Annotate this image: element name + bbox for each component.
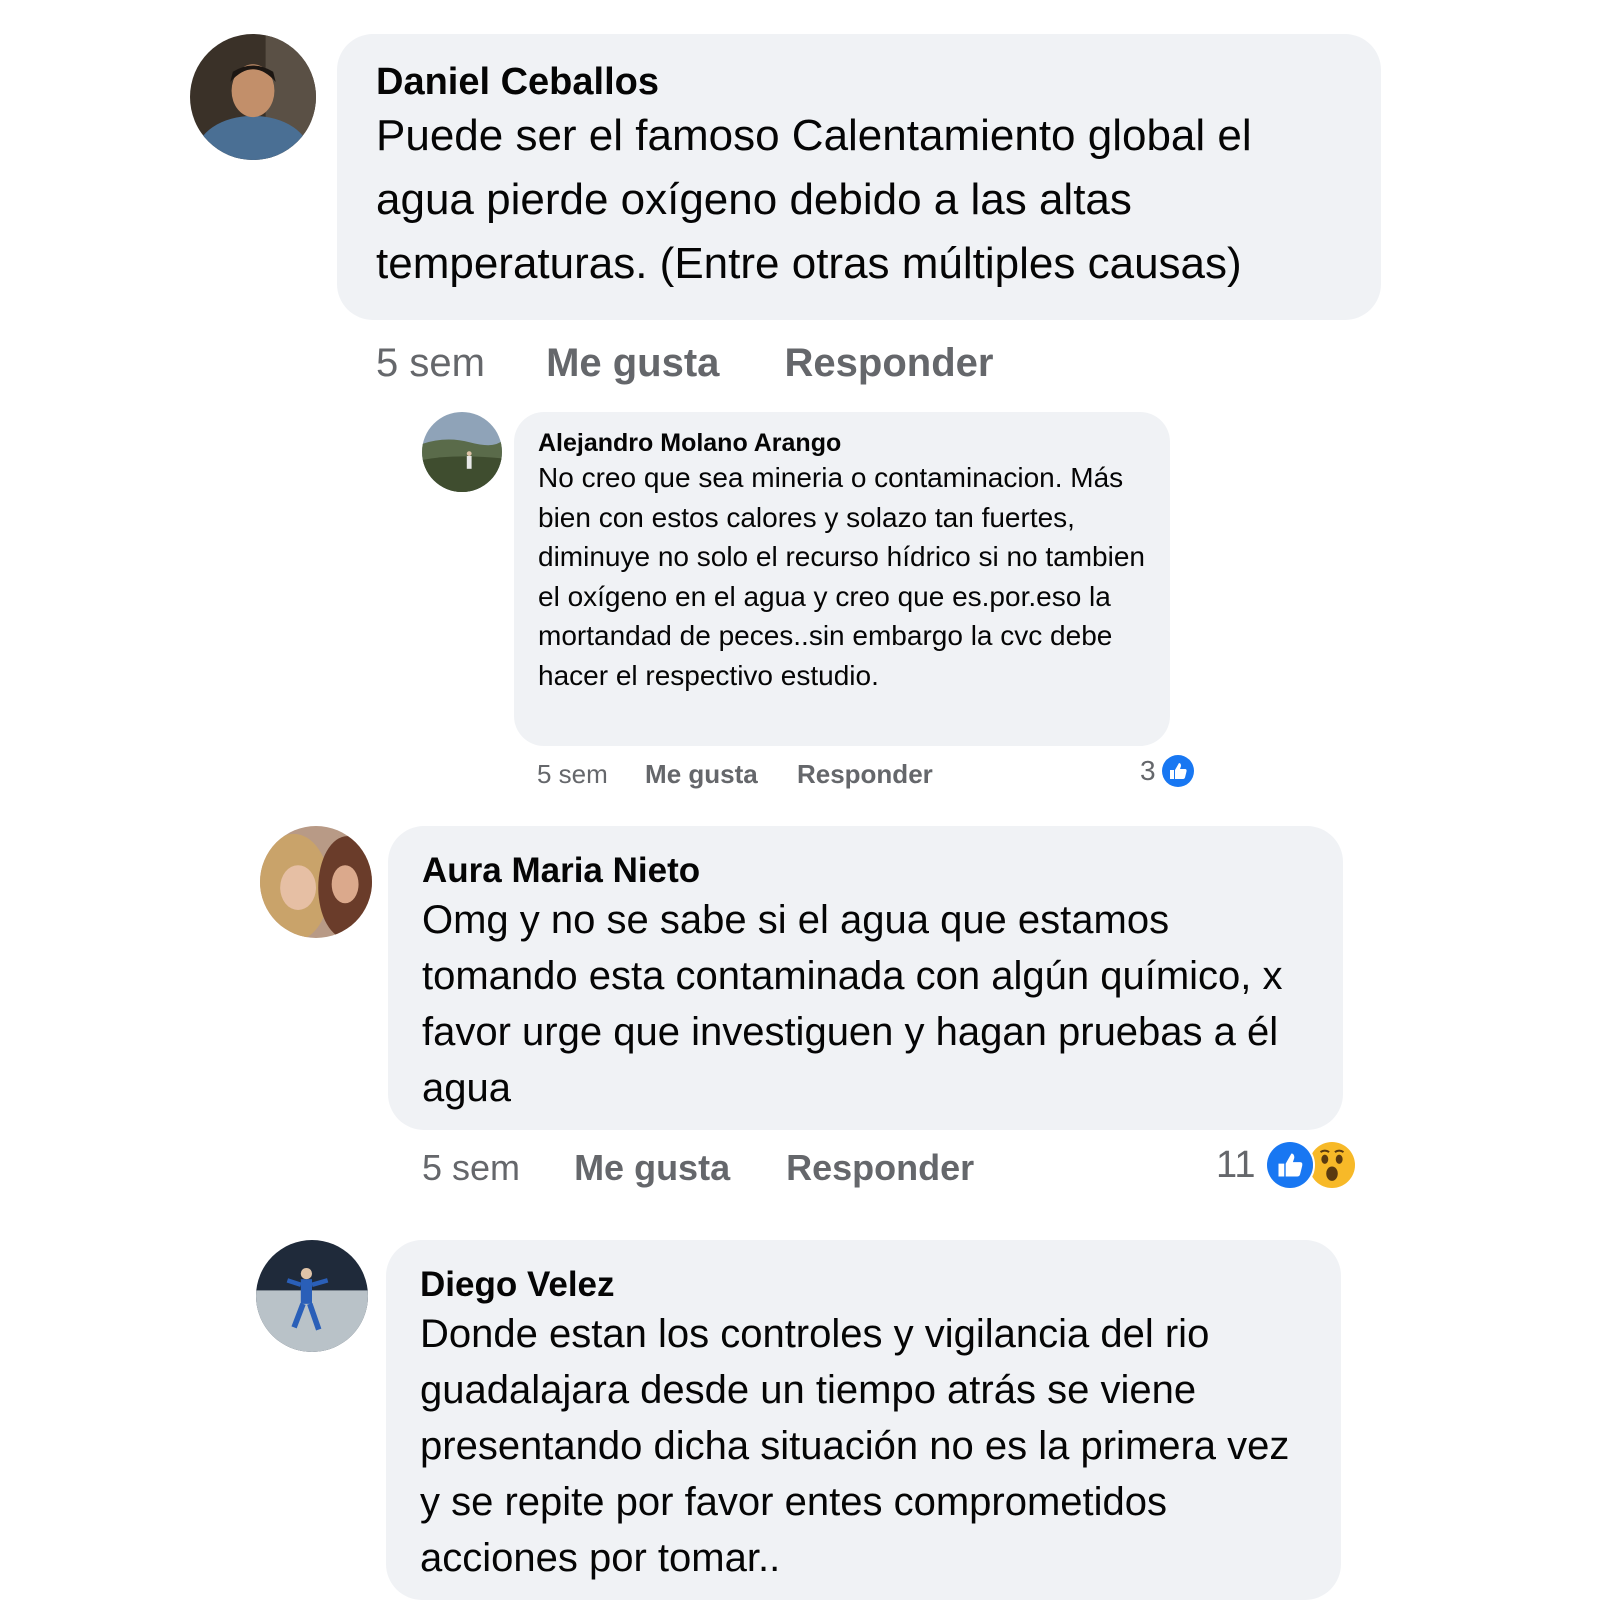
like-button[interactable]: Me gusta: [546, 338, 719, 388]
comment-text: No creo que sea mineria o contaminacion.…: [538, 462, 1145, 691]
like-reaction-icon: [1161, 755, 1194, 787]
wow-reaction-icon: [1309, 1142, 1356, 1188]
reply-button[interactable]: Responder: [786, 1146, 974, 1190]
reply-button[interactable]: Responder: [797, 757, 933, 791]
like-reaction-icon: [1265, 1140, 1316, 1190]
reply-actions: 5 sem Me gusta Responder: [537, 757, 933, 791]
comment-actions: 5 sem Me gusta Responder: [422, 1146, 974, 1190]
reply-button[interactable]: Responder: [785, 338, 994, 388]
avatar-diego-velez[interactable]: [256, 1240, 368, 1352]
comment-timestamp[interactable]: 5 sem: [537, 757, 608, 791]
profile-photo-landscape-icon: [422, 412, 502, 492]
comment-timestamp[interactable]: 5 sem: [422, 1146, 520, 1190]
comment-text: Donde estan los controles y vigilancia d…: [420, 1312, 1290, 1580]
comment-bubble: Aura Maria Nieto Omg y no se sabe si el …: [388, 826, 1343, 1130]
reply-bubble: Alejandro Molano Arango No creo que sea …: [514, 412, 1170, 746]
profile-photo-icon: [260, 826, 372, 938]
comment-bubble: Daniel Ceballos Puede ser el famoso Cale…: [337, 34, 1381, 320]
profile-photo-soccer-icon: [256, 1240, 368, 1352]
reaction-summary[interactable]: 3: [1140, 754, 1194, 788]
avatar-daniel-ceballos[interactable]: [190, 34, 316, 160]
comment-timestamp[interactable]: 5 sem: [376, 338, 485, 388]
comment-actions: 5 sem Me gusta Responder: [376, 338, 993, 388]
comment-bubble: Diego Velez Donde estan los controles y …: [386, 1240, 1341, 1600]
comment-author[interactable]: Diego Velez: [420, 1264, 1311, 1306]
comment-author[interactable]: Aura Maria Nieto: [422, 850, 1313, 892]
avatar-aura-maria-nieto[interactable]: [260, 826, 372, 938]
comment-author[interactable]: Daniel Ceballos: [376, 60, 1341, 104]
like-button[interactable]: Me gusta: [574, 1146, 730, 1190]
avatar-alejandro-molano-arango[interactable]: [422, 412, 502, 492]
profile-photo-icon: [190, 34, 316, 160]
like-button[interactable]: Me gusta: [645, 757, 758, 791]
comment-text: Omg y no se sabe si el agua que estamos …: [422, 898, 1283, 1110]
reaction-summary[interactable]: 11: [1216, 1140, 1356, 1190]
comment-author[interactable]: Alejandro Molano Arango: [538, 428, 1148, 458]
reaction-count: 11: [1216, 1144, 1256, 1186]
comment-text: Puede ser el famoso Calentamiento global…: [376, 111, 1252, 288]
reaction-count: 3: [1140, 755, 1156, 786]
